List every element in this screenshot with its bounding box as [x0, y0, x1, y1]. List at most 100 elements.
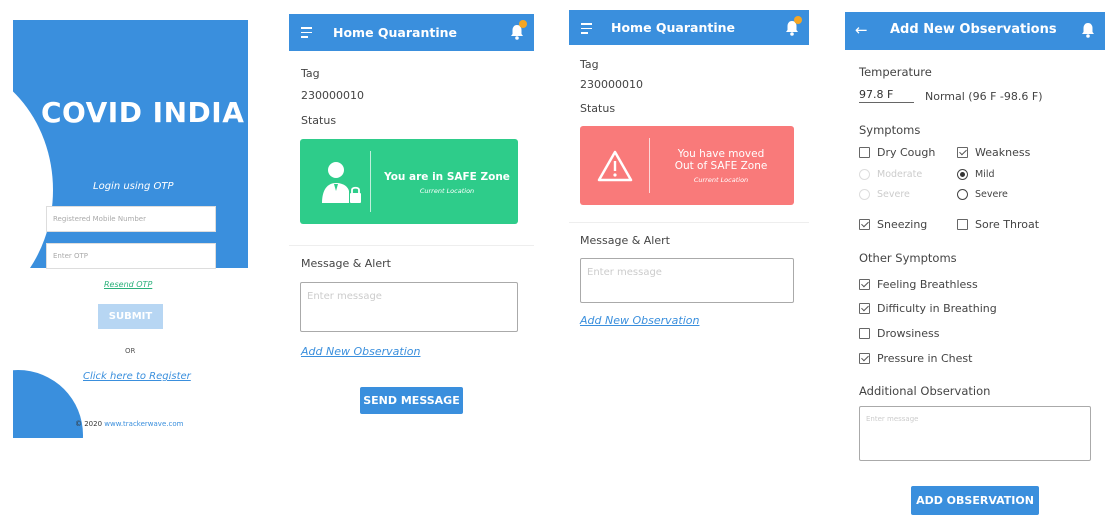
- checkbox-checked-icon: [859, 279, 870, 290]
- symptoms-label: Symptoms: [859, 123, 921, 137]
- notification-badge: [519, 20, 527, 28]
- pressure-chest-checkbox[interactable]: Pressure in Chest: [859, 352, 972, 365]
- radio-label: Severe: [877, 189, 910, 200]
- page-title: Home Quarantine: [611, 20, 735, 35]
- radio-selected-icon: [957, 169, 968, 180]
- bell-icon[interactable]: [510, 20, 527, 40]
- page-title: Home Quarantine: [333, 25, 457, 40]
- radio-label: Severe: [975, 189, 1008, 200]
- checkbox-label: Weakness: [975, 146, 1031, 159]
- radio-icon: [859, 189, 870, 200]
- home-alert-screen: Home Quarantine Tag 230000010 Status You…: [569, 10, 809, 330]
- decorative-circle: [13, 370, 83, 438]
- feeling-breathless-checkbox[interactable]: Feeling Breathless: [859, 278, 978, 291]
- warning-icon: [597, 150, 633, 186]
- checkbox-label: Pressure in Chest: [877, 352, 973, 365]
- send-message-button[interactable]: SEND MESSAGE: [360, 387, 463, 414]
- checkbox-checked-icon: [859, 303, 870, 314]
- checkbox-checked-icon: [859, 219, 870, 230]
- mobile-number-input[interactable]: Registered Mobile Number: [46, 206, 216, 232]
- checkbox-label: Drowsiness: [877, 327, 940, 340]
- checkbox-label: Dry Cough: [877, 146, 936, 159]
- message-input[interactable]: Enter message: [300, 282, 518, 332]
- login-screen: COVID INDIA Login using OTP Registered M…: [13, 20, 248, 438]
- app-bar: Home Quarantine: [569, 10, 809, 45]
- separator: [569, 222, 809, 223]
- temperature-input[interactable]: 97.8 F: [859, 88, 914, 103]
- page-title: Add New Observations: [890, 22, 1057, 37]
- message-label: Message & Alert: [580, 234, 670, 247]
- or-divider: OR: [125, 347, 136, 355]
- message-label: Message & Alert: [301, 257, 391, 270]
- checkbox-label: Difficulty in Breathing: [877, 302, 997, 315]
- menu-icon[interactable]: [581, 23, 592, 37]
- checkbox-label: Sneezing: [877, 218, 928, 231]
- radio-label: Moderate: [877, 169, 923, 180]
- message-input[interactable]: Enter message: [580, 258, 794, 303]
- checkbox-checked-icon: [859, 353, 870, 364]
- status-label: Status: [580, 102, 616, 115]
- severe-radio-disabled: Severe: [859, 189, 910, 200]
- submit-button[interactable]: SUBMIT: [98, 304, 163, 329]
- tag-value: 230000010: [301, 89, 364, 102]
- checkbox-label: Sore Throat: [975, 218, 1040, 231]
- radio-icon: [957, 189, 968, 200]
- home-safe-screen: Home Quarantine Tag 230000010 Status You…: [289, 14, 534, 414]
- copyright-prefix: © 2020: [75, 420, 103, 428]
- sneezing-checkbox[interactable]: Sneezing: [859, 218, 927, 231]
- website-link[interactable]: www.trackerwave.com: [104, 420, 183, 428]
- weakness-checkbox[interactable]: Weakness: [957, 146, 1030, 159]
- copyright: © 2020 www.trackerwave.com: [75, 420, 183, 428]
- checkbox-checked-icon: [957, 147, 968, 158]
- zone-subtitle: Current Location: [693, 176, 749, 184]
- back-arrow-icon[interactable]: ←: [855, 21, 868, 39]
- checkbox-icon: [859, 328, 870, 339]
- alert-zone-card: You have moved Out of SAFE Zone Current …: [580, 126, 794, 205]
- checkbox-label: Feeling Breathless: [877, 278, 978, 291]
- app-bar: Home Quarantine: [289, 14, 534, 51]
- app-bar: ← Add New Observations: [845, 12, 1105, 50]
- additional-observation-input[interactable]: Enter message: [859, 406, 1091, 461]
- additional-observation-label: Additional Observation: [859, 384, 991, 398]
- register-link[interactable]: Click here to Register: [83, 371, 191, 382]
- menu-icon[interactable]: [301, 27, 312, 41]
- other-symptoms-label: Other Symptoms: [859, 251, 957, 265]
- user-lock-icon: [320, 159, 362, 209]
- otp-input[interactable]: Enter OTP: [46, 243, 216, 269]
- safe-zone-card: You are in SAFE Zone Current Location: [300, 139, 518, 224]
- severe-radio[interactable]: Severe: [957, 189, 1008, 200]
- add-observation-link[interactable]: Add New Observation: [580, 314, 699, 327]
- divider: [370, 151, 371, 212]
- status-label: Status: [301, 114, 337, 127]
- temperature-note: Normal (96 F -98.6 F): [925, 90, 1043, 103]
- zone-title-line2: Out of SAFE Zone: [674, 160, 768, 172]
- login-label: Login using OTP: [93, 181, 174, 192]
- tag-label: Tag: [580, 58, 599, 71]
- zone-title: You are in SAFE Zone: [384, 171, 510, 183]
- add-observation-link[interactable]: Add New Observation: [301, 345, 420, 358]
- moderate-radio-disabled: Moderate: [859, 169, 922, 180]
- tag-label: Tag: [301, 67, 320, 80]
- bell-icon[interactable]: [1081, 22, 1095, 38]
- notification-badge: [794, 16, 802, 24]
- difficulty-breathing-checkbox[interactable]: Difficulty in Breathing: [859, 302, 997, 315]
- separator: [289, 245, 534, 246]
- mild-radio[interactable]: Mild: [957, 169, 995, 180]
- drowsiness-checkbox[interactable]: Drowsiness: [859, 327, 939, 340]
- bell-icon[interactable]: [785, 16, 802, 36]
- tag-value: 230000010: [580, 78, 643, 91]
- dry-cough-checkbox[interactable]: Dry Cough: [859, 146, 935, 159]
- radio-icon: [859, 169, 870, 180]
- temperature-label: Temperature: [859, 65, 932, 79]
- app-title: COVID INDIA: [41, 96, 245, 129]
- checkbox-icon: [859, 147, 870, 158]
- sore-throat-checkbox[interactable]: Sore Throat: [957, 218, 1039, 231]
- checkbox-icon: [957, 219, 968, 230]
- divider: [649, 138, 650, 193]
- zone-title-line1: You have moved: [677, 148, 765, 160]
- zone-subtitle: Current Location: [419, 187, 475, 195]
- radio-label: Mild: [975, 169, 995, 180]
- add-observation-button[interactable]: ADD OBSERVATION: [911, 486, 1039, 515]
- resend-otp-link[interactable]: Resend OTP: [104, 280, 152, 289]
- add-observation-screen: ← Add New Observations Temperature 97.8 …: [845, 12, 1105, 517]
